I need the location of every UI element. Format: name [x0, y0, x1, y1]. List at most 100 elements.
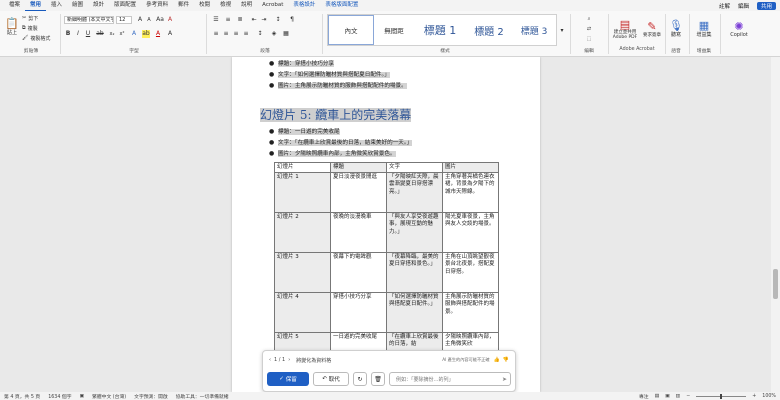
- thumbs-up-icon[interactable]: 👍: [494, 357, 500, 363]
- tab-3[interactable]: 繪圖: [67, 0, 88, 11]
- table-cell[interactable]: 「夜幕降臨，最美的夏日穿搭和景色。」: [386, 252, 443, 294]
- table-cell[interactable]: 主角在山頂眺望觀夜景台北夜景，搭配夏日穿搭。: [442, 252, 499, 294]
- refine-prompt-input[interactable]: 例如：「要除摘份…的列」 ➤: [389, 372, 511, 386]
- cut-button[interactable]: ✂ 剪下: [22, 14, 38, 22]
- tab-12[interactable]: 表格設計: [288, 0, 320, 11]
- accessibility-status[interactable]: 協助工具：一切準備就緒: [176, 393, 229, 400]
- text-prediction[interactable]: 文字預測：開啟: [134, 393, 168, 400]
- slides-table[interactable]: 幻燈片 標題 文字 圖片 幻燈片 1 夏日淡漫夜景閒逛 「夕陽映紅天際，晨雲漸變…: [274, 161, 499, 354]
- table-header-cell[interactable]: 標題: [330, 161, 387, 174]
- increase-indent-button[interactable]: ⇥: [260, 16, 268, 24]
- table-cell[interactable]: 夜幕下的電眸觀: [330, 252, 387, 294]
- prev-icon[interactable]: ‹: [269, 357, 271, 363]
- show-marks-button[interactable]: ¶: [288, 16, 296, 24]
- table-cell[interactable]: 主角展示防曬材質的服飾與搭配配件的場景。: [442, 292, 499, 334]
- scrollbar-thumb[interactable]: [773, 269, 778, 299]
- table-cell[interactable]: 夏日淡漫夜景閒逛: [330, 172, 387, 214]
- tab-10[interactable]: 說明: [236, 0, 257, 11]
- table-header-cell[interactable]: 幻燈片: [274, 161, 331, 174]
- strikethrough-button[interactable]: ab: [96, 30, 104, 38]
- shading-button[interactable]: ◈: [270, 30, 278, 38]
- share-button[interactable]: 共用: [756, 1, 776, 10]
- table-cell[interactable]: 幻燈片 1: [274, 172, 331, 214]
- grow-font-button[interactable]: A: [136, 16, 144, 24]
- tab-0[interactable]: 檔案: [4, 0, 25, 11]
- zoom-slider[interactable]: [696, 393, 747, 399]
- tab-13[interactable]: 表格版面配置: [320, 0, 363, 11]
- style-no-spacing[interactable]: 無間距: [374, 15, 414, 45]
- keep-button[interactable]: ✓ 保留: [267, 372, 309, 386]
- table-cell[interactable]: 幻燈片 2: [274, 212, 331, 254]
- tab-1[interactable]: 常用: [25, 0, 47, 11]
- send-icon[interactable]: ➤: [502, 376, 507, 383]
- tab-7[interactable]: 郵件: [173, 0, 194, 11]
- text-effects-button[interactable]: A: [130, 30, 138, 38]
- style-heading-1[interactable]: 標題 1: [414, 15, 466, 45]
- undo-button[interactable]: ↶ 取代: [313, 372, 349, 386]
- styles-more-button[interactable]: ▾: [558, 14, 566, 46]
- decrease-indent-button[interactable]: ⇤: [250, 16, 258, 24]
- tab-5[interactable]: 版面配置: [109, 0, 141, 11]
- table-cell[interactable]: 幻燈片 3: [274, 252, 331, 294]
- style-heading-3[interactable]: 標題 3: [512, 15, 556, 45]
- tab-8[interactable]: 校閱: [194, 0, 215, 11]
- sort-button[interactable]: ↕: [274, 16, 282, 24]
- zoom-slider-thumb[interactable]: [720, 393, 723, 399]
- page-count[interactable]: 第 4 頁，共 5 頁: [4, 393, 40, 400]
- bold-button[interactable]: B: [64, 30, 72, 38]
- clear-format-icon[interactable]: A: [166, 16, 174, 24]
- line-spacing-button[interactable]: ↕: [256, 30, 264, 38]
- multilevel-list-button[interactable]: ≣: [236, 16, 244, 24]
- copilot-button[interactable]: ✺ Copilot: [724, 14, 754, 44]
- focus-button[interactable]: 專注: [639, 393, 649, 400]
- zoom-out-icon[interactable]: −: [686, 394, 690, 399]
- edit-mode-button[interactable]: 編輯: [738, 2, 749, 10]
- select-button[interactable]: ⬚: [574, 34, 604, 43]
- zoom-level[interactable]: 100%: [762, 394, 776, 399]
- table-header-cell[interactable]: 文字: [386, 161, 443, 174]
- style-normal[interactable]: 內文: [328, 15, 374, 45]
- table-cell[interactable]: 「如何選擇防曬材質與搭配夏日配件。」: [386, 292, 443, 334]
- subscript-button[interactable]: x₂: [108, 30, 116, 38]
- regenerate-button[interactable]: ↻: [353, 372, 367, 386]
- table-cell[interactable]: 幻燈片 4: [274, 292, 331, 334]
- tab-9[interactable]: 檢視: [215, 0, 236, 11]
- underline-button[interactable]: U: [84, 30, 92, 38]
- comments-button[interactable]: 註解: [719, 2, 730, 10]
- language[interactable]: 繁體中文 (台灣): [92, 393, 126, 400]
- proofing-icon[interactable]: ▣: [80, 394, 85, 399]
- copy-button[interactable]: ⧉ 複製: [22, 24, 38, 32]
- numbering-button[interactable]: ≡: [224, 16, 232, 24]
- print-layout-icon[interactable]: ▣: [665, 394, 670, 399]
- table-cell[interactable]: 穿搭小技巧分享: [330, 292, 387, 334]
- bullets-button[interactable]: ☰: [212, 16, 220, 24]
- font-color-button[interactable]: A: [154, 30, 162, 38]
- zoom-in-icon[interactable]: +: [752, 394, 756, 399]
- change-case-button[interactable]: Aa: [156, 16, 164, 24]
- italic-button[interactable]: I: [74, 30, 82, 38]
- paste-button[interactable]: 📋 貼上: [4, 14, 20, 40]
- justify-button[interactable]: ≡: [242, 30, 250, 38]
- create-pdf-button[interactable]: ▤ 建立並共用 Adobe PDF: [610, 14, 640, 44]
- word-count[interactable]: 1634 個字: [48, 393, 71, 400]
- highlight-button[interactable]: ab: [142, 30, 150, 38]
- replace-button[interactable]: ⇄: [574, 24, 604, 33]
- table-cell[interactable]: 「與友人享受夜遊趣事，展現互動的魅力。」: [386, 212, 443, 254]
- table-cell[interactable]: 主角穿著亮橘色連衣裙，背景為夕陽下的城市天際線。: [442, 172, 499, 214]
- table-header-cell[interactable]: 圖片: [442, 161, 499, 174]
- align-center-button[interactable]: ≡: [222, 30, 230, 38]
- tab-2[interactable]: 插入: [46, 0, 67, 11]
- table-cell[interactable]: 「夕陽映紅天際，晨雲漸變夏日穿搭漂亮。」: [386, 172, 443, 214]
- table-cell[interactable]: 陽光夏車夜景，主角與友人交談的場景。: [442, 212, 499, 254]
- style-heading-2[interactable]: 標題 2: [466, 15, 512, 45]
- font-name-select[interactable]: 新細明體 (本文中文字): [64, 16, 114, 24]
- delete-button[interactable]: 🗑: [371, 372, 385, 386]
- superscript-button[interactable]: x²: [118, 30, 126, 38]
- font-size-select[interactable]: 12: [116, 16, 132, 24]
- thumbs-down-icon[interactable]: 👎: [503, 357, 509, 363]
- find-button[interactable]: ⌕: [574, 14, 604, 23]
- align-left-button[interactable]: ≡: [212, 30, 220, 38]
- document-page[interactable]: ● 標題：穿搭小技巧分享 ● 文字：「如何選擇防曬材質與搭配夏日配件。」 ● 圖片：主…: [232, 57, 540, 392]
- format-painter-button[interactable]: 🖌 複製格式: [22, 34, 50, 42]
- char-shading-button[interactable]: A: [166, 30, 174, 38]
